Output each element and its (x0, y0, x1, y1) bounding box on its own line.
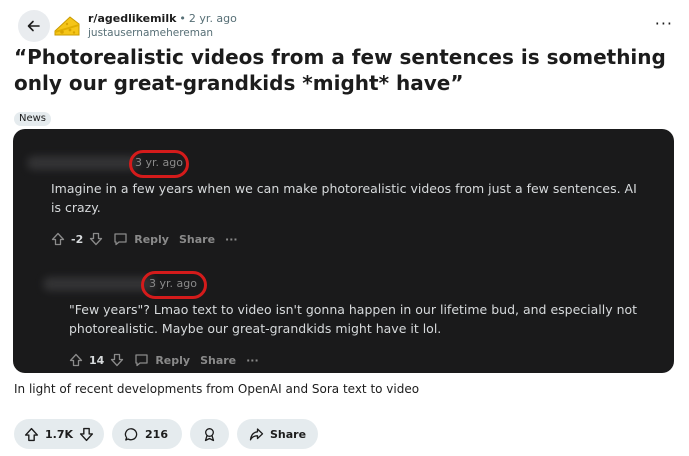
post-meta: r/agedlikemilk • 2 yr. ago justausernamehe… (88, 12, 237, 40)
vote-pill: 1.7K (14, 419, 105, 449)
back-button[interactable] (18, 10, 50, 42)
comment-more-button[interactable]: ··· (225, 233, 238, 246)
downvote-icon[interactable] (89, 232, 103, 246)
comment-actions: 14 Reply Share ··· (69, 350, 259, 370)
comment-actions: -2 Reply Share ··· (51, 229, 238, 249)
reply-button[interactable]: Reply (155, 354, 190, 367)
reply-bubble-icon (135, 354, 148, 367)
reply-button[interactable]: Reply (134, 233, 169, 246)
comment-score: -2 (71, 232, 84, 246)
comments-button[interactable]: 216 (112, 419, 182, 449)
share-arrow-icon (249, 427, 264, 440)
upvote-icon[interactable] (69, 353, 83, 367)
more-options-button[interactable]: ··· (655, 14, 673, 33)
share-post-button[interactable]: Share (236, 419, 319, 449)
upvote-icon[interactable] (24, 427, 39, 442)
reply-bubble-icon (114, 233, 127, 246)
award-button[interactable] (189, 419, 229, 449)
comment-time: 3 yr. ago (135, 156, 183, 169)
downvote-icon[interactable] (110, 353, 124, 367)
share-label: Share (269, 427, 307, 441)
redacted-username (43, 277, 155, 291)
comment-score: 14 (89, 353, 105, 367)
upvote-icon[interactable] (51, 232, 65, 246)
post-title[interactable]: “Photorealistic videos from a few senten… (14, 44, 682, 96)
post-score: 1.7K (45, 427, 74, 441)
post-time: 2 yr. ago (188, 12, 237, 25)
downvote-icon[interactable] (79, 427, 94, 442)
redacted-username (27, 156, 139, 170)
comment-time: 3 yr. ago (149, 277, 197, 290)
arrow-left-icon (27, 20, 40, 32)
comment-more-button[interactable]: ··· (246, 354, 259, 367)
post-action-bar: 1.7K 216 Share (14, 419, 319, 449)
post-caption: In light of recent developments from Ope… (14, 382, 420, 396)
share-button[interactable]: Share (179, 233, 215, 246)
post-header: r/agedlikemilk • 2 yr. ago justausernamehe… (12, 8, 677, 42)
author-link[interactable]: justausernamehereman (88, 26, 237, 40)
share-button[interactable]: Share (200, 354, 236, 367)
meta-separator: • (179, 12, 186, 25)
comment-text: "Few years"? Lmao text to video isn't go… (69, 302, 638, 336)
post-flair[interactable]: News (14, 112, 52, 126)
subreddit-link[interactable]: r/agedlikemilk (88, 12, 176, 25)
comment-bubble-icon (124, 427, 138, 441)
comment-text: Imagine in a few years when we can make … (51, 181, 637, 215)
post-image[interactable]: 3 yr. ago Imagine in a few years when we… (13, 129, 674, 373)
subreddit-avatar-cheese-icon[interactable] (52, 11, 82, 41)
comment-count: 216 (145, 427, 168, 441)
award-icon (204, 427, 215, 441)
